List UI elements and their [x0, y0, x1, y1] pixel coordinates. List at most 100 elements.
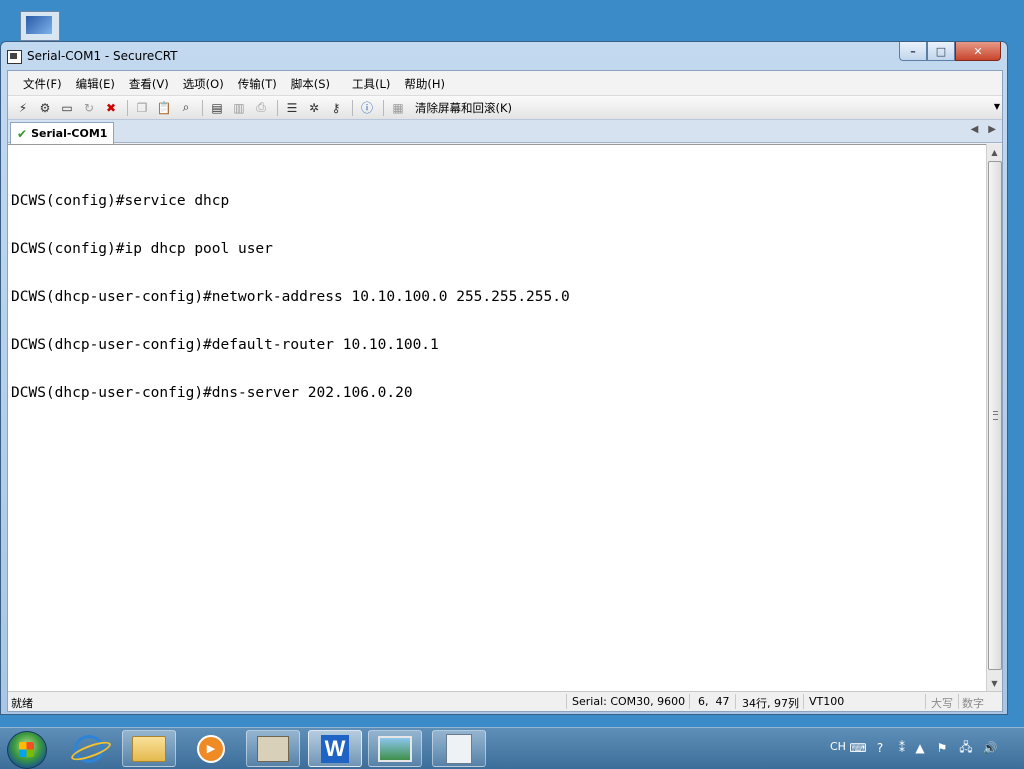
status-separator [803, 694, 804, 709]
system-tray: CH ⌨ ? ⁑ ▲ ⚑ 🖧 🔊 [824, 728, 1024, 769]
tab-serial-com1[interactable]: ✔ Serial-COM1 [10, 122, 115, 144]
app-icon[interactable] [7, 50, 22, 64]
toolbar-separator [383, 99, 384, 116]
help-icon[interactable]: ⓘ [358, 100, 376, 116]
connect-icon[interactable]: ⚡ [14, 100, 32, 116]
network-icon[interactable]: 🖧 [958, 740, 974, 756]
toolbar-separator [202, 99, 203, 116]
menu-bar: 文件(F) 编辑(E) 查看(V) 选项(O) 传输(T) 脚本(S) 工具(L… [8, 71, 1002, 95]
status-caps: 大写 [931, 697, 953, 710]
print-screen-icon[interactable]: ▤ [208, 100, 226, 116]
status-separator [689, 694, 690, 709]
taskbar-securecrt[interactable] [246, 730, 300, 767]
toolbar-separator [277, 99, 278, 116]
taskbar: ▶ W CH ⌨ ? ⁑ ▲ ⚑ 🖧 🔊 [0, 727, 1024, 769]
terminal-line: DCWS(config)#ip dhcp pool user [11, 241, 273, 257]
find-icon[interactable]: ⌕ [177, 100, 195, 116]
terminal-line: DCWS(dhcp-user-config)#dns-server 202.10… [11, 385, 413, 401]
menu-tools[interactable]: 工具(L) [345, 71, 397, 95]
taskbar-calculator[interactable] [432, 730, 486, 767]
disconnect-icon[interactable]: ✖ [102, 100, 120, 116]
keymap-icon[interactable]: ⚷ [327, 100, 345, 116]
print-selection-icon[interactable]: ▥ [230, 100, 248, 116]
status-bar: 就绪 Serial: COM30, 9600 6, 47 34行, 97列 VT… [8, 691, 1002, 711]
menu-view[interactable]: 查看(V) [122, 71, 176, 95]
close-button[interactable]: ✕ [955, 42, 1001, 61]
scrollbar-thumb[interactable] [988, 161, 1002, 670]
title-bar[interactable]: Serial-COM1 - SecureCRT – □ ✕ [1, 42, 1007, 70]
scroll-down-icon[interactable]: ▼ [987, 675, 1002, 691]
connected-check-icon: ✔ [17, 126, 28, 141]
volume-icon[interactable]: 🔊 [982, 740, 998, 756]
menu-help[interactable]: 帮助(H) [397, 71, 452, 95]
clear-screen-icon[interactable]: ▦ [389, 100, 407, 116]
menu-transfer[interactable]: 传输(T) [231, 71, 284, 95]
status-num: 数字 [962, 697, 984, 710]
media-player-icon: ▶ [197, 734, 225, 763]
toolbar-separator [352, 99, 353, 116]
securecrt-window: Serial-COM1 - SecureCRT – □ ✕ 文件(F) 编辑(E… [0, 41, 1008, 715]
clear-screen-button[interactable]: 清除屏幕和回滚(K) [415, 100, 512, 116]
photo-viewer-icon [378, 735, 412, 762]
language-indicator[interactable]: CH [830, 740, 846, 753]
session-tab-bar: ✔ Serial-COM1 ◀ ▶ [8, 119, 1002, 144]
minimize-button[interactable]: – [899, 42, 927, 61]
internet-explorer-icon [74, 734, 104, 763]
terminal-line: DCWS(dhcp-user-config)#network-address 1… [11, 289, 570, 305]
grip-icon [993, 411, 998, 420]
taskbar-media-player[interactable]: ▶ [184, 730, 238, 767]
tab-label: Serial-COM1 [31, 127, 108, 140]
toolbar: ⚡ ⚙ ▭ ↻ ✖ ❐ 📋 ⌕ ▤ ▥ ⎙ ☰ ✲ ⚷ ⓘ ▦ 清除屏幕和回滚(… [8, 95, 1002, 119]
toolbar-overflow-icon[interactable]: ▼ [994, 102, 1000, 111]
toolbar-separator [127, 99, 128, 116]
menu-file[interactable]: 文件(F) [16, 71, 69, 95]
securecrt-icon [257, 735, 289, 762]
reconnect-icon[interactable]: ↻ [80, 100, 98, 116]
global-options-icon[interactable]: ✲ [305, 100, 323, 116]
status-cursor-position: 6, 47 [698, 695, 730, 708]
action-center-flag-icon[interactable]: ⚑ [934, 740, 950, 756]
taskbar-word[interactable]: W [308, 730, 362, 767]
taskbar-explorer[interactable] [122, 730, 176, 767]
tab-next-icon[interactable]: ▶ [988, 124, 996, 135]
terminal-output[interactable]: DCWS(config)#service dhcp DCWS(config)#i… [8, 144, 986, 691]
window-title: Serial-COM1 - SecureCRT [27, 49, 178, 63]
keyboard-icon[interactable]: ⌨ [849, 740, 866, 756]
terminal-line: DCWS(dhcp-user-config)#default-router 10… [11, 337, 439, 353]
menu-script[interactable]: 脚本(S) [284, 71, 337, 95]
session-options-icon[interactable]: ☰ [283, 100, 301, 116]
window-content: 文件(F) 编辑(E) 查看(V) 选项(O) 传输(T) 脚本(S) 工具(L… [7, 70, 1003, 712]
status-emulation: VT100 [809, 695, 845, 708]
status-separator [958, 694, 959, 709]
vertical-scrollbar[interactable]: ▲ ▼ [986, 144, 1002, 691]
status-terminal-size: 34行, 97列 [742, 697, 799, 710]
paste-icon[interactable]: 📋 [155, 100, 173, 116]
menu-options[interactable]: 选项(O) [176, 71, 231, 95]
menu-edit[interactable]: 编辑(E) [69, 71, 122, 95]
printer-icon[interactable]: ⎙ [252, 100, 270, 116]
status-separator [735, 694, 736, 709]
maximize-button[interactable]: □ [927, 42, 955, 61]
tab-prev-icon[interactable]: ◀ [971, 124, 979, 135]
quick-connect-icon[interactable]: ⚙ [36, 100, 54, 116]
ime-settings-icon[interactable]: ⁑ [894, 740, 910, 756]
connect-in-tab-icon[interactable]: ▭ [58, 100, 76, 116]
status-connection: Serial: COM30, 9600 [572, 695, 686, 708]
status-ready: 就绪 [11, 697, 33, 710]
calculator-icon [446, 733, 472, 764]
help-icon[interactable]: ? [872, 740, 888, 756]
status-separator [566, 694, 567, 709]
copy-icon[interactable]: ❐ [133, 100, 151, 116]
show-hidden-icons-icon[interactable]: ▲ [912, 740, 928, 756]
taskbar-ie[interactable] [62, 730, 116, 767]
tab-navigation: ◀ ▶ [971, 124, 996, 135]
status-separator [925, 694, 926, 709]
desktop-computer-icon[interactable] [14, 8, 62, 44]
start-button[interactable] [7, 731, 47, 769]
window-controls: – □ ✕ [899, 42, 1001, 62]
folder-icon [132, 735, 166, 762]
word-icon: W [321, 734, 349, 763]
taskbar-photo-viewer[interactable] [368, 730, 422, 767]
terminal-line: DCWS(config)#service dhcp [11, 193, 230, 209]
scroll-up-icon[interactable]: ▲ [987, 144, 1002, 160]
